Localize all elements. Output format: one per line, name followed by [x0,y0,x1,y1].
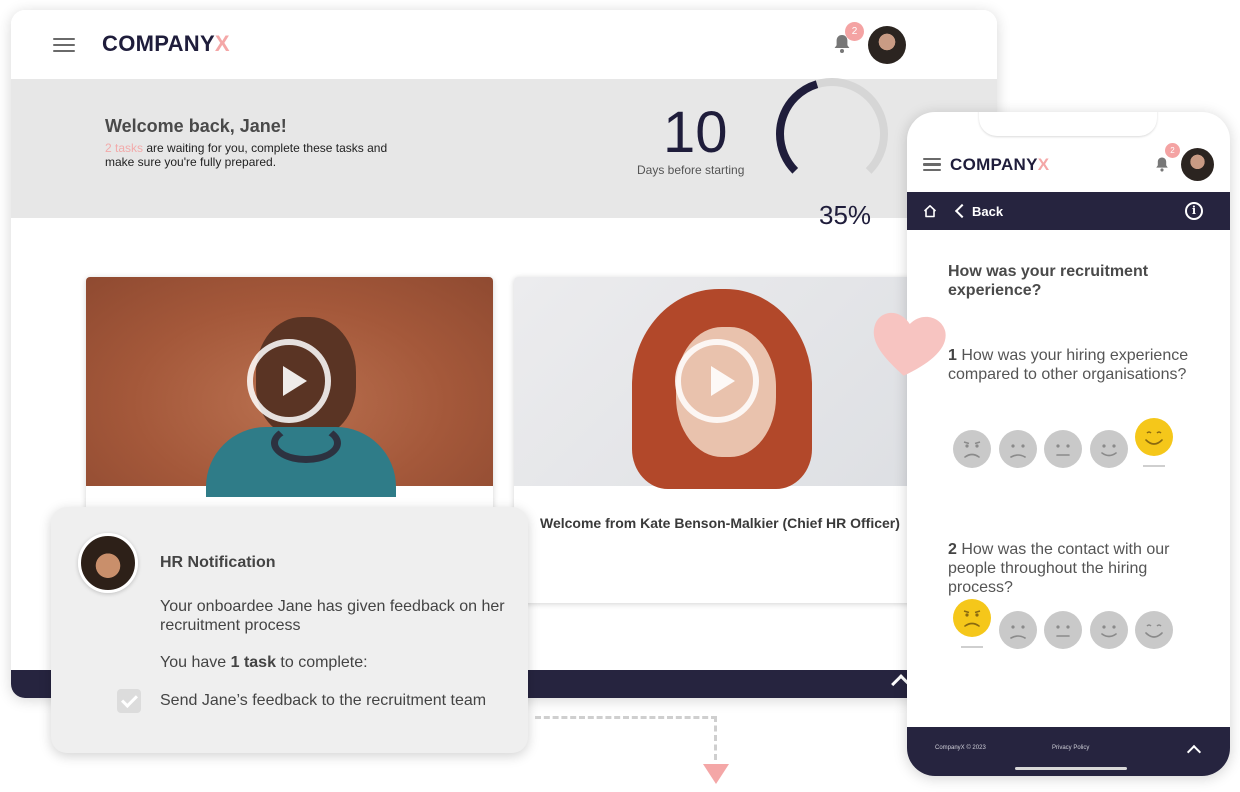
notification-body: Your onboardee Jane has given feedback o… [160,598,505,634]
question-2-number: 2 [948,541,957,558]
survey-title: How was your recruitment experience? [948,263,1149,299]
days-count: 10 [663,100,728,165]
stage: COMPANYX 2 Welcome back, Jane! 2 tasks a… [0,0,1240,792]
menu-icon[interactable] [53,38,75,53]
rating-happy-icon[interactable] [1089,611,1128,649]
phone-frame: COMPANYX 2 Back i How was your recruitme… [907,112,1230,776]
home-indicator [1015,767,1127,770]
selected-indicator [961,646,983,648]
phone-notification-badge: 2 [1165,143,1180,158]
desktop-header: COMPANYX 2 [11,10,997,79]
back-chevron-icon[interactable] [954,203,970,219]
notification-task-count: You have 1 task to complete: [160,654,368,672]
connector-line [535,716,717,719]
logo-text: COMPANY [102,31,215,56]
rating-happy-icon[interactable] [1089,430,1128,468]
avatar[interactable] [868,26,906,64]
question-2-text: How was the contact with our people thro… [948,541,1170,596]
welcome-title: Welcome back, Jane! [105,116,287,136]
rating-unhappy-icon[interactable] [998,430,1037,468]
rating-very-unhappy-icon[interactable] [953,430,991,468]
task-count: 1 task [230,654,276,671]
rating-row-1 [953,418,1183,470]
notification-badge: 2 [845,22,864,41]
rating-neutral-icon[interactable] [1044,430,1082,468]
home-icon[interactable] [923,204,937,218]
play-button-1[interactable] [247,339,331,423]
phone-scroll-up-icon[interactable] [1186,744,1202,760]
task-count-prefix: You have [160,654,231,671]
connector-line-vertical [714,716,717,760]
welcome-subtitle-text: are waiting for you, complete these task… [105,141,388,169]
progress-ring [776,77,888,190]
phone-nav-bar: Back i [907,192,1230,230]
back-button[interactable]: Back [972,204,1003,219]
phone-menu-icon[interactable] [923,158,941,172]
phone-logo-text: COMPANY [950,155,1038,174]
logo[interactable]: COMPANYX [102,31,230,57]
headphones [271,423,341,463]
task-item-label: Send Jane’s feedback to the recruitment … [160,692,487,709]
heart-icon [873,312,946,376]
video-title-2: Welcome from Kate Benson-Malkier (Chief … [540,515,900,531]
question-1: 1 How was your hiring experience compare… [948,346,1198,384]
rating-very-happy-icon[interactable] [1135,611,1173,649]
down-arrow-icon [703,764,729,784]
question-1-text: How was your hiring experience compared … [948,347,1189,383]
hr-notification[interactable]: HR Notification Your onboardee Jane has … [51,507,528,753]
rating-unhappy-icon[interactable] [998,611,1037,649]
play-button-2[interactable] [675,339,759,423]
days-label: Days before starting [637,163,745,177]
hr-avatar [78,533,138,593]
task-count-suffix: to complete: [275,654,368,671]
task-checkbox[interactable] [117,689,141,713]
phone-notch [979,112,1157,136]
question-2: 2 How was the contact with our people th… [948,540,1198,597]
welcome-subtitle: 2 tasks are waiting for you, complete th… [105,141,405,169]
tasks-link[interactable]: 2 tasks [105,141,143,155]
phone-avatar[interactable] [1181,148,1214,181]
rating-very-happy-icon[interactable] [1135,418,1173,456]
rating-neutral-icon[interactable] [1044,611,1082,649]
selected-indicator [1143,465,1165,467]
video-thumbnail-1 [86,277,493,497]
rating-row-2 [953,599,1183,651]
question-1-number: 1 [948,347,957,364]
notification-title: HR Notification [160,554,276,571]
logo-x: X [214,31,230,56]
phone-logo-x: X [1037,155,1050,174]
phone-logo[interactable]: COMPANYX [950,155,1049,175]
phone-bell-icon[interactable] [1155,156,1169,173]
rating-very-unhappy-icon[interactable] [953,599,991,637]
info-icon[interactable]: i [1185,202,1203,220]
copyright-text: CompanyX © 2023 [935,745,986,751]
privacy-policy-link[interactable]: Privacy Policy [1052,745,1089,751]
